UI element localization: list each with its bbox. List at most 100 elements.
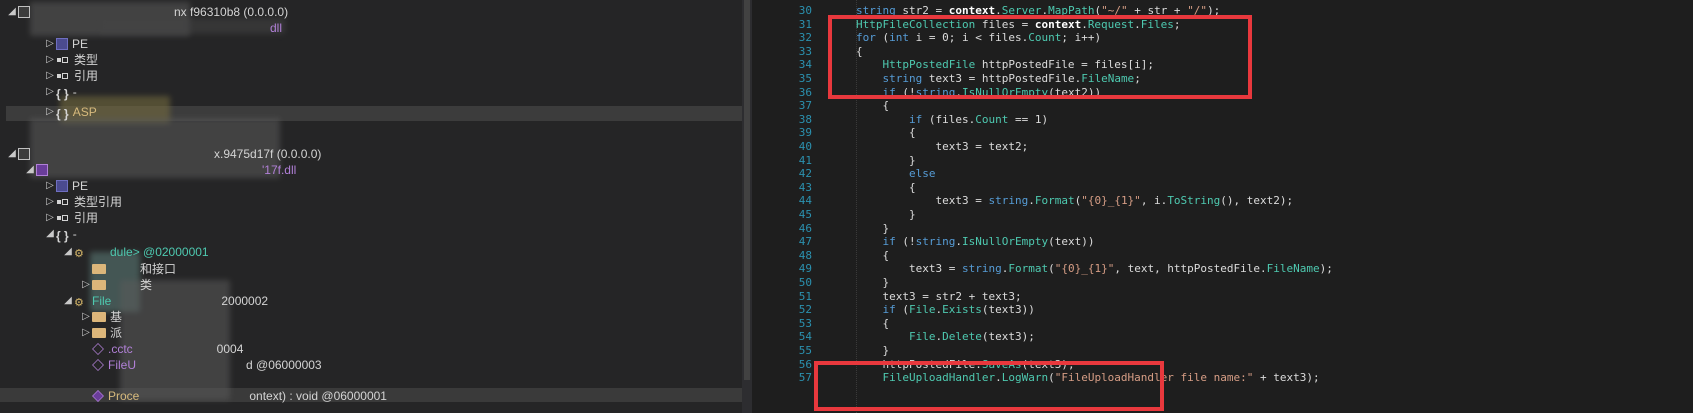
expand-arrow-icon[interactable]: ▷ [44, 68, 56, 84]
expand-arrow-icon[interactable]: ▷ [44, 104, 56, 120]
line-number: 42 [798, 167, 812, 181]
assembly-icon [18, 148, 30, 160]
line-number: 56 [798, 357, 812, 371]
expand-arrow-icon[interactable]: ◢ [6, 146, 18, 162]
tree-item-typerefs-2[interactable]: ▷ 类型引用 [44, 194, 122, 210]
class-icon: ⚙ [74, 248, 84, 260]
tree-item-label: 派 [110, 326, 123, 340]
expand-arrow-icon[interactable]: ▷ [80, 309, 92, 325]
tree-item-label: dule> @02000001 [110, 245, 209, 259]
code-text: text3 = str2 + text3; [856, 289, 1022, 303]
tree-item-derived[interactable]: ▷ 派 [80, 325, 122, 341]
tree-item-label: 基 [110, 310, 123, 324]
line-number: 48 [798, 248, 812, 262]
tree-item-process-request[interactable]: Proce ontext) : void @06000001 [92, 388, 387, 404]
tree-item-module-1[interactable]: dll [270, 20, 282, 36]
expand-arrow-icon[interactable]: ▷ [44, 178, 56, 194]
tree-item-cctor[interactable]: .cctc 0004 [92, 341, 243, 357]
tree-item-label: nx f96310b8 (0.0.0.0) [174, 5, 289, 19]
namespace-icon: { } [56, 107, 69, 121]
pe-icon [56, 180, 68, 192]
expand-arrow-icon[interactable]: ▷ [44, 194, 56, 210]
line-number: 43 [798, 180, 812, 194]
scrollbar-thumb[interactable] [744, 0, 750, 380]
line-number: 37 [798, 99, 812, 113]
code-text: } [856, 221, 890, 235]
tree-item-assembly-1[interactable]: ◢ nx f96310b8 (0.0.0.0) [6, 4, 288, 20]
assembly-icon [18, 6, 30, 18]
reference-icon [56, 196, 70, 208]
tree-item-assembly-2[interactable]: ◢ x.9475d17f (0.0.0.0) [6, 146, 321, 162]
module-icon [36, 164, 48, 176]
tree-item-namespace-1[interactable]: ▷ { } - [44, 84, 77, 101]
method-icon [92, 390, 104, 402]
line-number: 35 [798, 72, 812, 85]
tree-item-label: ontext) : void @06000001 [249, 389, 387, 403]
tree-item-module-class[interactable]: ◢ ⚙ dule> @02000001 [62, 244, 209, 260]
pe-icon [56, 38, 68, 50]
tree-item-label: ASP [72, 105, 97, 119]
code-text: if (!string.IsNullOrEmpty(text)) [882, 235, 1095, 249]
folder-icon [92, 312, 106, 322]
tree-item-pe-2[interactable]: ▷ PE [44, 178, 88, 194]
code-text: text3 = string.Format("{0}_{1}", text, h… [856, 262, 1333, 276]
expand-arrow-icon[interactable]: ◢ [24, 162, 36, 178]
namespace-icon: { } [56, 87, 69, 101]
folder-icon [92, 280, 106, 290]
code-editor[interactable]: 30 string str2 = context.Server.MapPath("… [752, 0, 1693, 413]
expand-arrow-icon[interactable]: ◢ [62, 244, 74, 260]
expand-arrow-icon[interactable]: ▷ [80, 325, 92, 341]
expand-arrow-icon[interactable]: ▷ [44, 36, 56, 52]
expand-arrow-icon[interactable]: ◢ [62, 293, 74, 309]
code-text: { [856, 180, 916, 194]
constructor-icon [92, 343, 104, 355]
tree-item-fileupload-method[interactable]: FileU d @06000003 [92, 357, 322, 373]
line-number: 46 [798, 221, 812, 235]
code-text: if (files.Count == 1) [908, 112, 1049, 126]
tree-item-namespace-2[interactable]: ◢ { } - [44, 226, 77, 243]
expand-arrow-icon[interactable]: ▷ [44, 52, 56, 68]
tree-item-refs-1[interactable]: ▷ 引用 [44, 68, 98, 84]
code-text: { [856, 99, 890, 113]
expand-arrow-icon[interactable]: ▷ [44, 210, 56, 226]
code-text: } [856, 276, 890, 289]
code-text: if (File.Exists(text3)) [882, 303, 1035, 317]
tree-item-label: .cctc [108, 342, 133, 356]
tree-item-types-1[interactable]: ▷ 类型 [44, 52, 98, 68]
line-number: 54 [798, 330, 812, 344]
code-text: { [856, 248, 890, 262]
tree-item-base-types[interactable]: 和接口 [80, 261, 176, 277]
tree-item-module-2[interactable]: ◢ '17f.dll [24, 162, 296, 178]
tree-item-label: - [72, 85, 77, 99]
tree-item-namespace-asp[interactable]: ▷ { } ASP [44, 104, 97, 121]
line-number: 34 [798, 58, 812, 72]
line-number: 55 [798, 344, 812, 357]
line-number: 51 [798, 289, 812, 303]
line-number: 39 [798, 126, 812, 140]
line-number: 45 [798, 208, 812, 221]
folder-icon [92, 264, 106, 274]
line-number: 41 [798, 153, 812, 167]
line-number: 36 [798, 85, 812, 99]
tree-item-refs-2[interactable]: ▷ 引用 [44, 210, 98, 226]
tree-item-label: x.9475d17f (0.0.0.0) [214, 147, 322, 161]
tree-item-label: '17f.dll [262, 163, 297, 177]
tree-item-label: 和接口 [140, 262, 177, 276]
expand-arrow-icon[interactable]: ▷ [44, 84, 56, 100]
tree-item-derived-types[interactable]: ▷ 类 [80, 277, 152, 293]
tree-scrollbar[interactable] [742, 0, 752, 413]
expand-arrow-icon[interactable]: ▷ [80, 277, 92, 293]
tree-item-base[interactable]: ▷ 基 [80, 309, 122, 325]
tree-item-label: 0004 [216, 342, 244, 356]
tree-item-pe-1[interactable]: ▷ PE [44, 36, 88, 52]
line-number: 33 [798, 44, 812, 58]
reference-icon [56, 70, 70, 82]
expand-arrow-icon[interactable]: ◢ [44, 226, 56, 242]
class-icon: ⚙ [74, 297, 84, 309]
reference-icon [56, 54, 70, 66]
namespace-icon: { } [56, 229, 69, 243]
expand-arrow-icon[interactable]: ◢ [6, 4, 18, 20]
assembly-explorer: ◢ nx f96310b8 (0.0.0.0) dll ▷ PE ▷ 类型 ▷ … [0, 0, 742, 413]
tree-item-file-class[interactable]: ◢ ⚙ File 2000002 [62, 293, 268, 309]
tree-item-label: FileU [108, 358, 137, 372]
